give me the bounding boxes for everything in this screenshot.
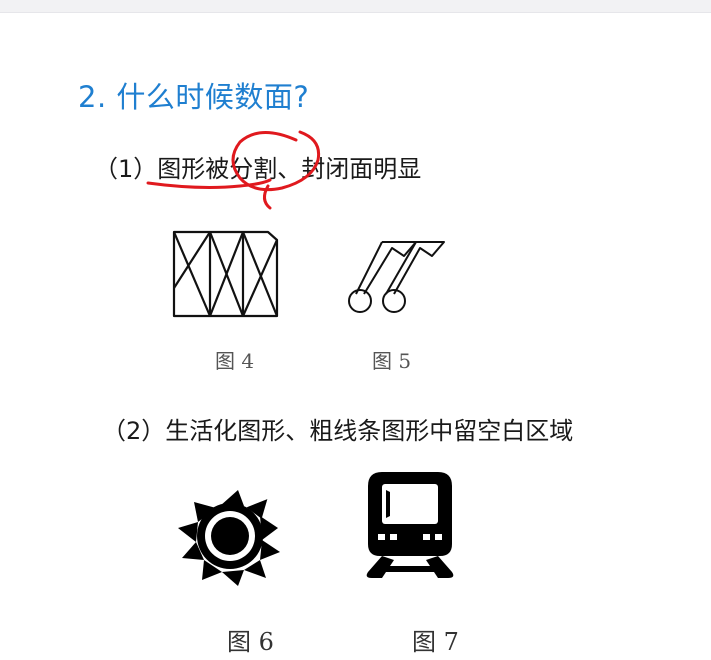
figure-caption-6: 图 6 (227, 628, 274, 656)
figure-caption-5: 图 5 (372, 349, 412, 373)
sun-icon (178, 490, 280, 586)
section-heading: 2. 什么时候数面? (78, 80, 310, 114)
figure-caption-7: 图 7 (412, 628, 459, 656)
list-item-1: （1）图形被分割、封闭面明显 (94, 155, 422, 183)
figure-caption-4: 图 4 (215, 349, 255, 373)
list-item-2: （2）生活化图形、粗线条图形中留空白区域 (102, 417, 574, 445)
divided-square-figure (172, 230, 279, 318)
top-toolbar (0, 0, 711, 13)
musical-note-figure (348, 241, 445, 313)
train-icon (366, 472, 454, 578)
